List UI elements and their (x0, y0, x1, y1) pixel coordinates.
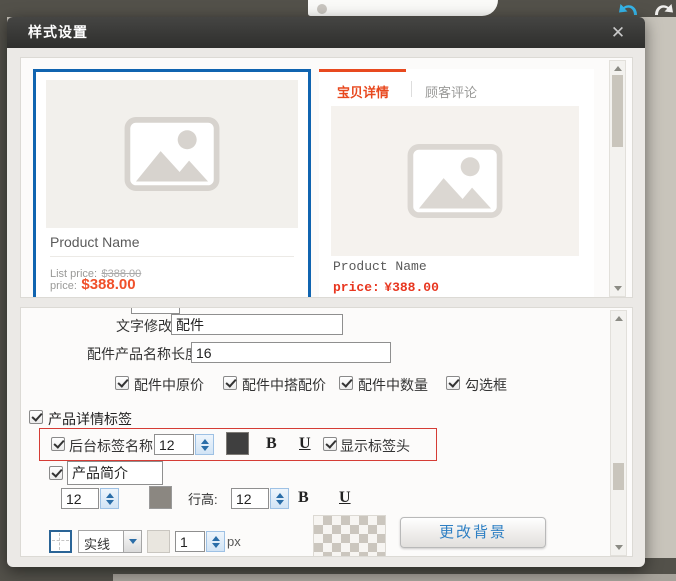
backend-tag-label: 后台标签名称 (69, 438, 153, 454)
price-row: price: $388.00 (50, 276, 136, 294)
price-label: price: (50, 280, 77, 292)
stepper-up-icon[interactable] (106, 493, 114, 498)
price-row: price: ¥388.00 (333, 278, 439, 296)
checkbox-show-tag-header[interactable] (323, 437, 337, 451)
product-intro-input[interactable] (67, 461, 163, 485)
stepper-down-icon[interactable] (201, 446, 209, 451)
image-placeholder (331, 106, 579, 256)
text-edit-input[interactable] (171, 314, 343, 335)
price-label: price: (333, 280, 380, 295)
checkbox-product-intro[interactable] (49, 466, 63, 480)
price-value: $388.00 (81, 276, 135, 293)
intro-bold-button[interactable]: B (298, 489, 309, 507)
price-value: ¥388.00 (384, 280, 439, 295)
image-placeholder-icon (124, 117, 220, 191)
scrollbar-thumb[interactable] (612, 75, 623, 147)
preview-panel: Product Name List price: $388.00 price: … (20, 57, 633, 298)
product-name: Product Name (333, 259, 427, 274)
close-icon[interactable]: ✕ (606, 22, 630, 44)
stepper-up-icon[interactable] (276, 493, 284, 498)
backend-tag-underline-button[interactable]: U (299, 435, 311, 453)
backend-tag-size-input[interactable] (154, 434, 194, 455)
border-style-icon[interactable] (49, 530, 72, 553)
border-width-input[interactable] (175, 531, 205, 552)
undo-icon[interactable] (615, 1, 641, 17)
screen: 样式设置 ✕ Product Name List price: $388.00 (0, 0, 676, 581)
background-bottom-strip (113, 574, 676, 581)
image-placeholder (46, 80, 298, 228)
backend-tag-size-stepper[interactable] (195, 434, 214, 455)
border-width-stepper[interactable] (206, 531, 225, 552)
line-height-label: 行高: (188, 492, 218, 508)
form-scrollbar[interactable] (610, 310, 627, 556)
intro-underline-button[interactable]: U (339, 489, 351, 507)
checkbox-detail-tag[interactable] (29, 410, 43, 424)
tab-customer-reviews[interactable]: 顾客评论 (425, 82, 477, 101)
change-background-button[interactable]: 更改背景 (400, 517, 546, 548)
background-transparency-swatch[interactable] (313, 515, 386, 557)
checkbox-tickbox[interactable] (446, 376, 460, 390)
line-height-stepper[interactable] (270, 488, 289, 509)
backend-tag-color-swatch[interactable] (226, 432, 249, 455)
stepper-down-icon[interactable] (276, 500, 284, 505)
stepper-down-icon[interactable] (106, 500, 114, 505)
backend-tag-bold-button[interactable]: B (266, 435, 277, 453)
template-card-detail[interactable]: 宝贝详情 顾客评论 Product Name price: ¥388.00 (319, 69, 594, 298)
intro-size-input[interactable] (61, 488, 99, 509)
checkbox-tickbox-label: 勾选框 (465, 377, 507, 393)
stepper-down-icon[interactable] (212, 543, 220, 548)
dropdown-arrow-icon[interactable] (123, 531, 141, 552)
scroll-down-icon[interactable] (615, 545, 623, 550)
scroll-up-icon[interactable] (614, 66, 622, 71)
product-name: Product Name (50, 234, 294, 257)
background-page-tab (308, 0, 498, 16)
stepper-up-icon[interactable] (201, 439, 209, 444)
intro-size-stepper[interactable] (100, 488, 119, 509)
scroll-down-icon[interactable] (614, 286, 622, 291)
style-settings-dialog: 样式设置 ✕ Product Name List price: $388.00 (7, 17, 645, 567)
detail-tag-label: 产品详情标签 (48, 411, 132, 427)
active-tab-indicator (319, 69, 406, 72)
image-placeholder-icon (407, 144, 503, 218)
checkbox-original-price[interactable] (115, 376, 129, 390)
scrollbar-thumb[interactable] (613, 463, 624, 490)
dialog-title: 样式设置 (28, 17, 88, 48)
dialog-header[interactable]: 样式设置 ✕ (7, 17, 645, 48)
checkbox-backend-tag[interactable] (51, 437, 65, 451)
stepper-up-icon[interactable] (212, 536, 220, 541)
preview-scrollbar[interactable] (609, 60, 626, 297)
settings-form-panel: 文字修改 配件产品名称长度 配件中原价 配件中搭配价 配件中数量 勾选框 产品详… (20, 307, 633, 557)
border-color-swatch[interactable] (147, 530, 170, 553)
template-card-selected[interactable]: Product Name List price: $388.00 price: … (33, 69, 311, 298)
name-length-input[interactable] (191, 342, 391, 363)
tab-product-detail[interactable]: 宝贝详情 (337, 82, 389, 101)
tab-divider (411, 81, 412, 97)
checkbox-original-price-label: 配件中原价 (134, 377, 204, 393)
redo-icon[interactable] (651, 1, 676, 17)
checkbox-quantity-label: 配件中数量 (358, 377, 428, 393)
checkbox-combo-price[interactable] (223, 376, 237, 390)
checkbox-quantity[interactable] (339, 376, 353, 390)
text-edit-label: 文字修改 (116, 318, 172, 334)
intro-color-swatch[interactable] (149, 486, 172, 509)
px-unit-label: px (227, 534, 241, 550)
border-style-value: 实线 (84, 534, 110, 553)
color-row: Color: Red Blue (50, 296, 157, 298)
show-tag-header-label: 显示标签头 (340, 438, 410, 454)
name-length-label: 配件产品名称长度 (87, 346, 199, 362)
border-style-dropdown[interactable]: 实线 (78, 530, 142, 553)
line-height-input[interactable] (231, 488, 269, 509)
background-left-edge (0, 0, 7, 581)
checkbox-combo-price-label: 配件中搭配价 (242, 377, 326, 393)
scroll-up-icon[interactable] (615, 316, 623, 321)
background-tab-dot (317, 4, 327, 14)
